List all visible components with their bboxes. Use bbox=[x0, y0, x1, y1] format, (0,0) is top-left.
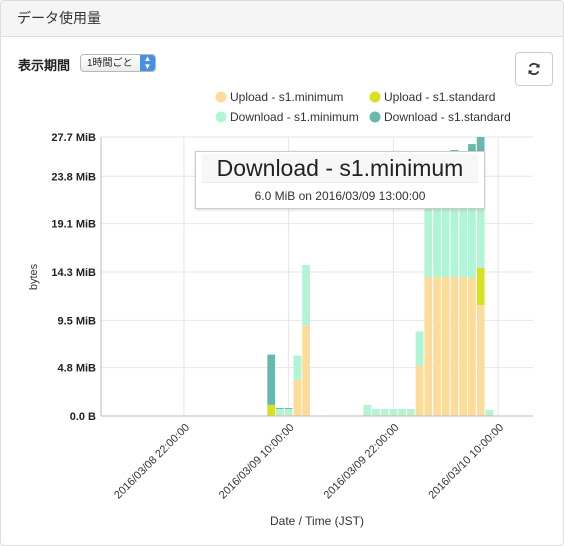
data-usage-panel: データ使用量 表示期間 1時間ごと ▲ ▼ Upload - s1.minimum… bbox=[0, 0, 564, 546]
bar-segment bbox=[293, 355, 302, 380]
bar-segment bbox=[293, 379, 302, 416]
bar-segment bbox=[380, 408, 389, 415]
bar-segment bbox=[468, 278, 476, 416]
bar-segment bbox=[415, 331, 424, 366]
y-tick-label: 9.5 MiB bbox=[57, 315, 96, 327]
bar-segment bbox=[276, 408, 284, 415]
y-tick-label: 4.8 MiB bbox=[57, 363, 96, 375]
x-tick-label: 2016/03/10 10:00:00 bbox=[426, 422, 506, 502]
bar-segment bbox=[389, 408, 398, 415]
bar-segment bbox=[302, 325, 310, 416]
bar-segment bbox=[284, 408, 293, 415]
bar-segment bbox=[267, 404, 276, 416]
legend-label: Upload - s1.minimum bbox=[230, 90, 343, 104]
bar-segment bbox=[372, 408, 380, 415]
usage-chart: Upload - s1.minimum Upload - s1.standard D… bbox=[28, 90, 533, 528]
x-tick-label: 2016/03/09 10:00:00 bbox=[217, 422, 297, 502]
x-tick-label: 2016/03/08 22:00:00 bbox=[112, 422, 192, 502]
legend-label: Download - s1.minimum bbox=[230, 110, 359, 124]
y-axis-label: bytes bbox=[28, 263, 40, 290]
bar-segment bbox=[476, 267, 485, 306]
y-tick-label: 14.3 MiB bbox=[51, 267, 96, 279]
y-tick-label: 19.1 MiB bbox=[51, 219, 96, 231]
tooltip-value: 6.0 MiB on 2016/03/09 13:00:00 bbox=[254, 189, 426, 203]
legend-swatch bbox=[369, 111, 381, 123]
legend-label: Upload - s1.standard bbox=[384, 90, 495, 104]
chart-legend: Upload - s1.minimum Upload - s1.standard D… bbox=[215, 90, 511, 124]
bar-segment bbox=[284, 407, 293, 409]
bar-segment bbox=[406, 408, 415, 415]
bar-segment bbox=[476, 305, 485, 416]
x-axis-label: Date / Time (JST) bbox=[270, 514, 364, 528]
bar-segment bbox=[398, 408, 406, 415]
bar-segment bbox=[459, 277, 468, 416]
bar-segment bbox=[267, 354, 276, 405]
tooltip-title: Download - s1.minimum bbox=[202, 154, 478, 183]
x-tick-label: 2016/03/09 22:00:00 bbox=[322, 422, 402, 502]
bar-segment bbox=[476, 137, 485, 153]
bar-segment bbox=[441, 277, 450, 416]
bar-segment bbox=[433, 277, 441, 416]
bar-segment bbox=[415, 365, 424, 416]
bar-segment bbox=[424, 277, 433, 416]
legend-swatch bbox=[369, 91, 381, 103]
chart-tooltip: Download - s1.minimum 6.0 MiB on 2016/03… bbox=[195, 151, 485, 209]
y-tick-label: 27.7 MiB bbox=[51, 132, 96, 144]
y-tick-label: 23.8 MiB bbox=[51, 171, 96, 183]
bar-segment bbox=[450, 277, 459, 416]
y-tick-label: 0.0 B bbox=[70, 411, 96, 423]
legend-label: Download - s1.standard bbox=[384, 110, 511, 124]
bar-segment bbox=[302, 264, 310, 326]
legend-swatch bbox=[215, 91, 227, 103]
bar-segment bbox=[363, 404, 372, 415]
bar-segment bbox=[485, 409, 494, 415]
bar-segment bbox=[276, 407, 284, 409]
legend-swatch bbox=[215, 111, 227, 123]
